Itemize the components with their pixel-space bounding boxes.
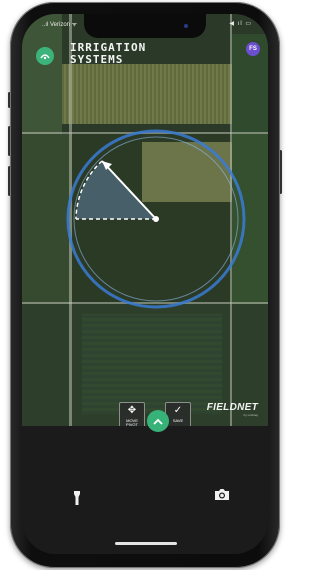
camera-icon — [215, 489, 229, 500]
save-button[interactable]: ✓ SAVE — [165, 402, 191, 428]
app-screen: ..ıl Verizon ᯤ ◀ ıl ▭ IRRIGATION SYSTEMS… — [22, 14, 268, 554]
camera-button[interactable] — [214, 488, 230, 504]
status-carrier: ..ıl Verizon ᯤ — [42, 22, 78, 28]
check-icon: ✓ — [173, 405, 183, 416]
status-indicators: ◀ ıl ▭ — [229, 21, 252, 27]
save-label: SAVE — [172, 418, 184, 423]
brand-tagline: by Lindsay — [243, 413, 258, 417]
home-indicator[interactable] — [115, 542, 177, 545]
expand-panel-button[interactable] — [147, 410, 169, 432]
flashlight-icon — [74, 491, 80, 505]
bottom-toolbar — [22, 426, 268, 554]
chevron-up-icon — [153, 418, 163, 425]
move-icon: ✥ — [127, 405, 137, 416]
page-title: IRRIGATION SYSTEMS — [70, 42, 146, 66]
pivot-center — [153, 216, 159, 222]
pivot-sector — [76, 161, 156, 219]
app-logo[interactable] — [36, 47, 54, 65]
avatar[interactable]: FS — [246, 42, 260, 56]
pivot-overlay[interactable] — [22, 14, 268, 426]
flashlight-button[interactable] — [73, 491, 81, 508]
logo-icon — [40, 54, 50, 60]
avatar-initials: FS — [249, 46, 257, 52]
camera-dot — [184, 24, 188, 28]
move-pivot-button[interactable]: ✥ MOVE PIVOT — [119, 402, 145, 428]
title-line-2: SYSTEMS — [70, 53, 124, 66]
brand-logo: FIELDNET — [206, 402, 258, 413]
